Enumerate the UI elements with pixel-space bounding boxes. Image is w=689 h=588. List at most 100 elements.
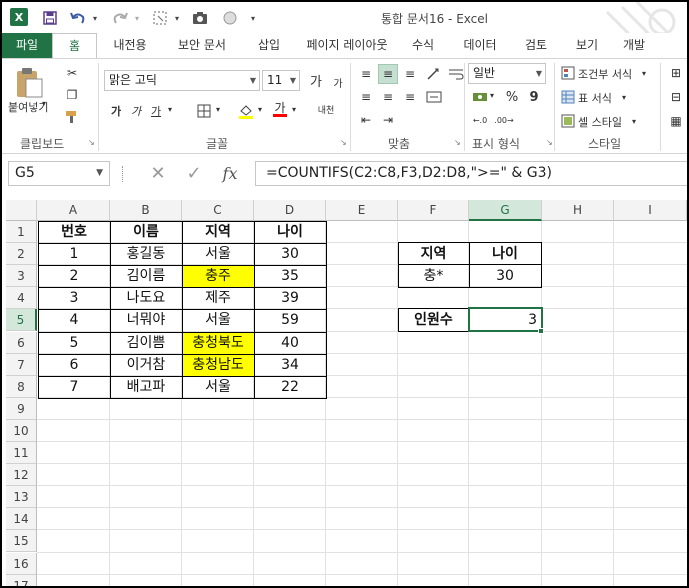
table-cell-region[interactable]: 충청남도 xyxy=(182,353,254,376)
row-header-11[interactable]: 11 xyxy=(6,442,37,464)
table-cell-region[interactable]: 서울 xyxy=(182,243,254,265)
criteria-age-cell[interactable]: 30 xyxy=(469,265,541,287)
table-cell-region[interactable]: 제주 xyxy=(182,287,254,309)
column-header-e[interactable]: E xyxy=(326,200,398,221)
table-cell-no[interactable]: 2 xyxy=(38,265,110,287)
select-all-button[interactable] xyxy=(6,200,37,221)
table-cell-region[interactable]: 서울 xyxy=(182,376,254,398)
table-cell-no[interactable]: 7 xyxy=(38,376,110,398)
font-name-select[interactable]: 맑은 고딕 ▼ xyxy=(104,70,260,91)
cell-styles-button[interactable]: 셀 스타일 xyxy=(578,114,622,130)
format-as-table-icon[interactable] xyxy=(558,87,578,107)
align-bottom-icon[interactable]: ≡ xyxy=(400,64,420,84)
increase-indent-icon[interactable]: ⇥ xyxy=(378,110,398,130)
conditional-format-icon[interactable] xyxy=(558,63,578,83)
cut-icon[interactable]: ✂ xyxy=(62,63,82,83)
copy-icon[interactable]: ❐ xyxy=(62,85,82,105)
conditional-format-button[interactable]: 조건부 서식 xyxy=(578,66,632,82)
row-header-12[interactable]: 12 xyxy=(6,464,37,487)
font-launcher-icon[interactable]: ↘ xyxy=(340,139,348,147)
tab-private[interactable]: 내전용 xyxy=(97,33,163,58)
table-cell-no[interactable]: 4 xyxy=(38,309,110,331)
alignment-launcher-icon[interactable]: ↘ xyxy=(454,139,462,147)
row-header-13[interactable]: 13 xyxy=(6,486,37,509)
merge-center-icon[interactable] xyxy=(424,87,444,107)
table-cell-age[interactable]: 34 xyxy=(254,354,326,376)
table-cell-name[interactable]: 홍길동 xyxy=(110,243,182,265)
row-header-16[interactable]: 16 xyxy=(6,552,37,575)
clipboard-launcher-icon[interactable]: ↘ xyxy=(88,139,96,147)
delete-cells-icon[interactable]: ⊟ xyxy=(666,87,686,107)
row-header-7[interactable]: 7 xyxy=(6,353,37,376)
criteria-header-age[interactable]: 나이 xyxy=(469,243,541,265)
table-cell-name[interactable]: 김이쁨 xyxy=(110,332,182,354)
borders-dropdown-icon[interactable]: ▾ xyxy=(216,105,220,114)
row-header-9[interactable]: 9 xyxy=(6,397,37,420)
insert-cells-icon[interactable]: ⊞ xyxy=(666,63,686,83)
fill-color-icon[interactable] xyxy=(236,101,256,121)
column-header-f[interactable]: F xyxy=(398,200,469,221)
paste-icon[interactable] xyxy=(14,65,48,101)
phonetic-button[interactable]: 내천 xyxy=(314,99,338,119)
splitter-handle[interactable] xyxy=(122,166,125,182)
borders-icon[interactable] xyxy=(194,101,214,121)
row-header-10[interactable]: 10 xyxy=(6,419,37,442)
row-header-4[interactable]: 4 xyxy=(6,287,37,310)
column-header-h[interactable]: H xyxy=(542,200,614,221)
table-header-cell[interactable]: 지역 xyxy=(182,221,254,243)
grow-font-button[interactable]: 가 xyxy=(306,70,326,90)
table-cell-region[interactable]: 충청북도 xyxy=(182,331,254,354)
row-header-1[interactable]: 1 xyxy=(6,221,37,243)
row-header-5[interactable]: 5 xyxy=(6,309,37,332)
insert-function-icon[interactable]: fx xyxy=(220,163,240,183)
table-header-cell[interactable]: 번호 xyxy=(38,221,110,243)
currency-icon[interactable] xyxy=(470,87,490,107)
tab-view[interactable]: 보기 xyxy=(561,33,613,58)
tab-security-doc[interactable]: 보안 문서 xyxy=(163,33,241,58)
table-cell-age[interactable]: 39 xyxy=(254,287,326,309)
number-launcher-icon[interactable]: ↘ xyxy=(546,139,554,147)
column-header-b[interactable]: B xyxy=(110,200,182,221)
format-painter-icon[interactable] xyxy=(62,107,82,127)
criteria-header-region[interactable]: 지역 xyxy=(398,243,469,265)
column-header-g[interactable]: G xyxy=(469,200,542,221)
format-cells-icon[interactable]: ▦ xyxy=(666,111,686,131)
paste-dropdown-icon[interactable]: ▾ xyxy=(42,99,46,108)
tab-developer[interactable]: 개발 xyxy=(613,33,655,58)
bold-button[interactable]: 가 xyxy=(106,101,126,121)
align-left-icon[interactable]: ≡ xyxy=(356,87,376,107)
align-middle-icon[interactable]: ≡ xyxy=(378,64,398,84)
table-dropdown-icon[interactable]: ▾ xyxy=(622,93,626,102)
table-cell-age[interactable]: 40 xyxy=(254,332,326,354)
table-cell-region[interactable]: 서울 xyxy=(182,309,254,331)
align-right-icon[interactable]: ≡ xyxy=(400,87,420,107)
active-cell-selection[interactable] xyxy=(468,307,543,332)
percent-button[interactable]: % xyxy=(502,87,522,107)
row-header-15[interactable]: 15 xyxy=(6,530,37,553)
table-cell-age[interactable]: 30 xyxy=(254,243,326,265)
wrap-text-icon[interactable] xyxy=(446,64,466,84)
fill-handle[interactable] xyxy=(538,328,544,334)
tab-home[interactable]: 홈 xyxy=(52,33,97,58)
column-header-d[interactable]: D xyxy=(254,200,326,221)
table-header-cell[interactable]: 이름 xyxy=(110,221,182,243)
align-center-icon[interactable]: ≡ xyxy=(378,87,398,107)
column-header-a[interactable]: A xyxy=(37,200,110,221)
italic-button[interactable]: 가 xyxy=(126,101,146,121)
name-box[interactable]: G5 ▼ xyxy=(8,161,110,186)
table-cell-no[interactable]: 3 xyxy=(38,287,110,309)
row-header-17[interactable]: 17 xyxy=(6,574,37,586)
table-header-cell[interactable]: 나이 xyxy=(254,221,326,243)
currency-dropdown-icon[interactable]: ▾ xyxy=(490,91,494,100)
table-cell-name[interactable]: 배고파 xyxy=(110,376,182,398)
table-cell-age[interactable]: 22 xyxy=(254,376,326,398)
row-header-14[interactable]: 14 xyxy=(6,508,37,531)
align-top-icon[interactable]: ≡ xyxy=(356,64,376,84)
table-cell-no[interactable]: 1 xyxy=(38,243,110,265)
table-cell-name[interactable]: 이거참 xyxy=(110,354,182,376)
column-header-c[interactable]: C xyxy=(182,200,254,221)
count-label-cell[interactable]: 인원수 xyxy=(398,309,469,331)
table-cell-no[interactable]: 5 xyxy=(38,332,110,354)
table-cell-region[interactable]: 충주 xyxy=(182,265,254,288)
tab-file[interactable]: 파일 xyxy=(2,33,52,58)
